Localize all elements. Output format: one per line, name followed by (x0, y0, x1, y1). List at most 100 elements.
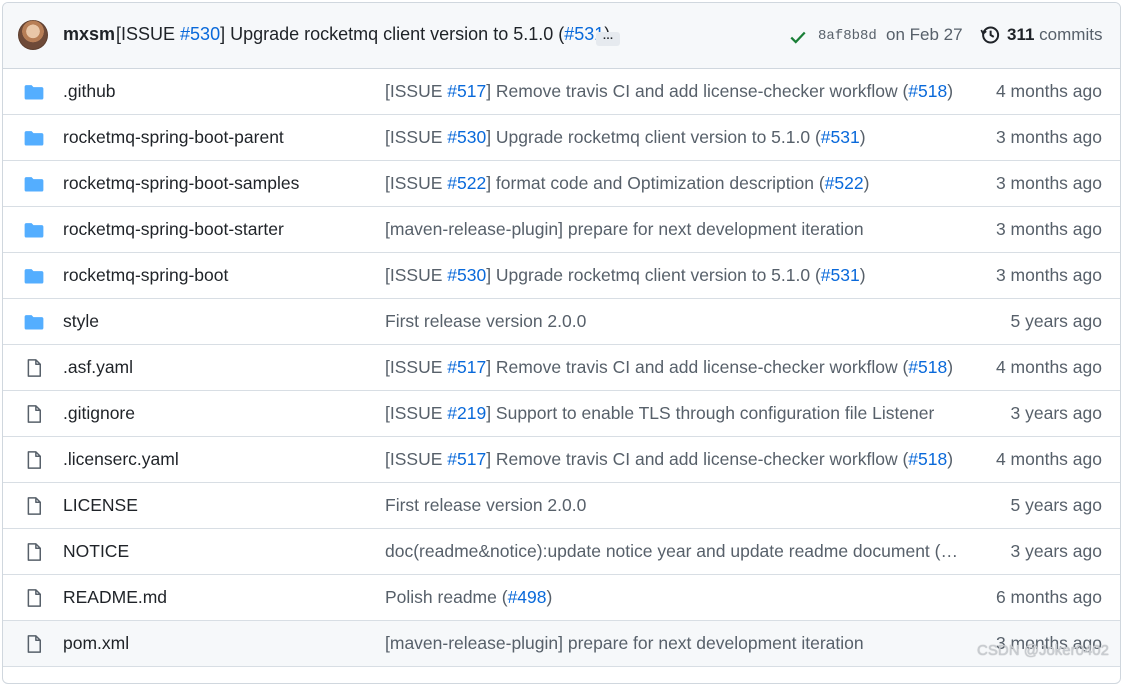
watermark: CSDN @Joker0402 (977, 642, 1109, 659)
commit-message-text: ) (947, 449, 953, 469)
commit-age[interactable]: 4 months ago (996, 357, 1102, 378)
commit-age[interactable]: 6 months ago (996, 587, 1102, 608)
commit-message-link[interactable]: [ISSUE #517] Remove travis CI and add li… (385, 81, 953, 102)
issue-link[interactable]: #522 (447, 173, 486, 193)
file-row[interactable]: pom.xml [maven-release-plugin] prepare fo… (3, 621, 1120, 667)
commit-message-link[interactable]: [maven-release-plugin] prepare for next … (385, 633, 864, 654)
commit-message-link[interactable]: doc(readme&notice):update notice year an… (385, 541, 958, 562)
commit-age[interactable]: 5 years ago (1011, 495, 1102, 516)
file-name-link[interactable]: LICENSE (63, 495, 138, 516)
file-row[interactable]: README.md Polish readme (#498) 6 months ag… (3, 575, 1120, 621)
file-icon (23, 634, 45, 654)
file-row[interactable]: rocketmq-spring-boot-parent [ISSUE #530] … (3, 115, 1120, 161)
file-list: .github[ISSUE #517] Remove travis CI and… (3, 69, 1120, 667)
check-icon[interactable] (789, 28, 807, 46)
commit-message-link[interactable]: [ISSUE #530] Upgrade rocketmq client ver… (385, 127, 866, 148)
file-name-link[interactable]: NOTICE (63, 541, 129, 562)
commit-message-text: [ISSUE (385, 265, 447, 285)
commit-message-link[interactable]: [ISSUE #522] format code and Optimizatio… (385, 173, 869, 194)
issue-link[interactable]: #522 (825, 173, 864, 193)
commit-message-link[interactable]: [ISSUE #517] Remove travis CI and add li… (385, 449, 953, 470)
commit-message-link[interactable]: [ISSUE #530] Upgrade rocketmq client ver… (385, 265, 866, 286)
commit-message-text: [maven-release-plugin] prepare for next … (385, 633, 864, 653)
commit-message-link[interactable]: [maven-release-plugin] prepare for next … (385, 219, 864, 240)
commit-count: 311 (1007, 25, 1034, 44)
issue-link[interactable]: #518 (908, 357, 947, 377)
file-row[interactable]: NOTICE doc(readme&notice):update notice y… (3, 529, 1120, 575)
commit-message-text: ) (947, 357, 953, 377)
issue-link[interactable]: #517 (447, 449, 486, 469)
file-row[interactable]: style First release version 2.0.0 5 years … (3, 299, 1120, 345)
commit-age[interactable]: 4 months ago (996, 81, 1102, 102)
file-icon (23, 542, 45, 562)
expand-message-button[interactable]: … (596, 32, 620, 46)
commit-age[interactable]: 4 months ago (996, 449, 1102, 470)
commit-message-text: First release version 2.0.0 (385, 311, 586, 331)
commit-message-text: [ISSUE (385, 81, 447, 101)
commit-message: [ISSUE #530] Upgrade rocketmq client ver… (116, 24, 610, 45)
commit-message-text: ] Upgrade rocketmq client version to 5.1… (486, 127, 821, 147)
file-name-link[interactable]: rocketmq-spring-boot-samples (63, 173, 299, 194)
commit-age[interactable]: 3 years ago (1011, 541, 1102, 562)
issue-link[interactable]: #530 (447, 127, 486, 147)
issue-link[interactable]: #219 (447, 403, 486, 423)
author-avatar[interactable] (18, 20, 48, 50)
commit-message-text: ] Upgrade rocketmq client version to 5.1… (220, 24, 564, 44)
file-name-link[interactable]: README.md (63, 587, 167, 608)
issue-link[interactable]: #518 (908, 449, 947, 469)
commit-age[interactable]: 5 years ago (1011, 311, 1102, 332)
commit-message-text: ] Remove travis CI and add license-check… (486, 449, 908, 469)
file-icon (23, 404, 45, 424)
file-name-link[interactable]: .licenserc.yaml (63, 449, 179, 470)
file-name-link[interactable]: rocketmq-spring-boot-starter (63, 219, 284, 240)
file-row[interactable]: LICENSE First release version 2.0.0 5 year… (3, 483, 1120, 529)
file-browser: mxsm [ISSUE #530] Upgrade rocketmq clien… (2, 2, 1121, 684)
issue-link[interactable]: #518 (908, 81, 947, 101)
file-row[interactable]: .gitignore [ISSUE #219] Support to enable… (3, 391, 1120, 437)
commit-message-link[interactable]: First release version 2.0.0 (385, 495, 586, 516)
folder-icon (23, 312, 45, 332)
issue-link[interactable]: #530 (180, 24, 220, 44)
commit-sha[interactable]: 8af8b8d (818, 28, 877, 44)
commit-message-text: ) (547, 587, 553, 607)
file-row[interactable]: rocketmq-spring-boot [ISSUE #530] Upgrade… (3, 253, 1120, 299)
file-row[interactable]: .licenserc.yaml [ISSUE #517] Remove travi… (3, 437, 1120, 483)
file-name-link[interactable]: pom.xml (63, 633, 129, 654)
issue-link[interactable]: #517 (447, 81, 486, 101)
file-row[interactable]: rocketmq-spring-boot-samples [ISSUE #522]… (3, 161, 1120, 207)
commit-message-text: ] Support to enable TLS through configur… (486, 403, 934, 423)
issue-link[interactable]: #498 (508, 587, 547, 607)
file-name-link[interactable]: .asf.yaml (63, 357, 133, 378)
file-row[interactable]: rocketmq-spring-boot-starter [maven-relea… (3, 207, 1120, 253)
file-icon (23, 588, 45, 608)
commit-message-link[interactable]: First release version 2.0.0 (385, 311, 586, 332)
commit-message-text: ) (864, 173, 870, 193)
file-row[interactable]: .github [ISSUE #517] Remove travis CI and… (3, 69, 1120, 115)
commit-date[interactable]: on Feb 27 (886, 25, 963, 45)
issue-link[interactable]: #531 (821, 265, 860, 285)
file-name-link[interactable]: rocketmq-spring-boot-parent (63, 127, 284, 148)
commit-message-text: [ISSUE (385, 127, 447, 147)
commit-message-text: [maven-release-plugin] prepare for next … (385, 219, 864, 239)
folder-icon (23, 128, 45, 148)
file-name-link[interactable]: style (63, 311, 99, 332)
file-row[interactable]: .asf.yaml [ISSUE #517] Remove travis CI a… (3, 345, 1120, 391)
commit-message-text: [ISSUE (385, 173, 447, 193)
file-name-link[interactable]: .gitignore (63, 403, 135, 424)
commit-message-link[interactable]: Polish readme (#498) (385, 587, 552, 608)
commit-age[interactable]: 3 months ago (996, 265, 1102, 286)
commit-message-link[interactable]: [ISSUE #517] Remove travis CI and add li… (385, 357, 953, 378)
commit-message-link[interactable]: [ISSUE #219] Support to enable TLS throu… (385, 403, 934, 424)
commit-author[interactable]: mxsm (63, 24, 115, 45)
commit-age[interactable]: 3 months ago (996, 219, 1102, 240)
issue-link[interactable]: #530 (447, 265, 486, 285)
file-name-link[interactable]: .github (63, 81, 116, 102)
commits-link[interactable]: 311 commits (1007, 25, 1102, 45)
issue-link[interactable]: #531 (821, 127, 860, 147)
commit-message-text: ] Upgrade rocketmq client version to 5.1… (486, 265, 821, 285)
commit-age[interactable]: 3 years ago (1011, 403, 1102, 424)
file-name-link[interactable]: rocketmq-spring-boot (63, 265, 228, 286)
commit-age[interactable]: 3 months ago (996, 127, 1102, 148)
commit-age[interactable]: 3 months ago (996, 173, 1102, 194)
issue-link[interactable]: #517 (447, 357, 486, 377)
